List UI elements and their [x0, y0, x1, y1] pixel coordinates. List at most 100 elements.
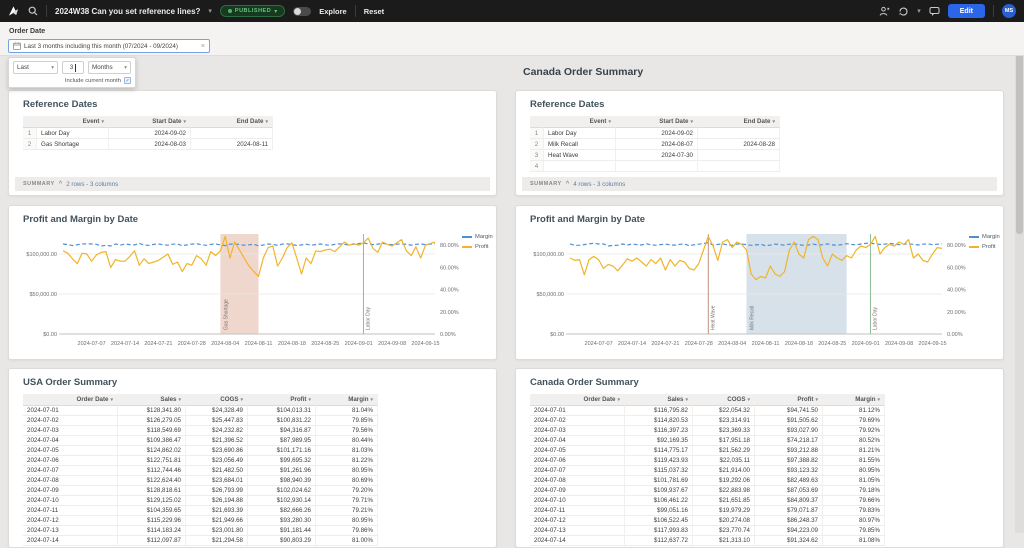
cell[interactable]: 2024-07-06: [23, 456, 118, 466]
cell[interactable]: $22,883.98: [693, 486, 755, 496]
cell[interactable]: $129,125.02: [118, 496, 186, 506]
cell[interactable]: $23,369.33: [693, 426, 755, 436]
cell[interactable]: $117,993.83: [625, 526, 693, 536]
cell[interactable]: $128,341.80: [118, 406, 186, 416]
column-header[interactable]: Profit: [755, 394, 823, 406]
cell[interactable]: 2024-07-05: [23, 446, 118, 456]
table-row[interactable]: 2024-07-11$99,051.16$19,979.29$79,071.87…: [530, 506, 885, 516]
column-header[interactable]: COGS: [186, 394, 248, 406]
table-row[interactable]: 2024-07-12$115,229.96$21,949.66$93,280.3…: [23, 516, 378, 526]
column-header[interactable]: Event: [37, 116, 109, 128]
table-row[interactable]: 2024-07-06$122,751.81$23,056.49$99,695.3…: [23, 456, 378, 466]
cell[interactable]: $19,979.29: [693, 506, 755, 516]
cell[interactable]: $99,695.32: [248, 456, 316, 466]
row-number-header[interactable]: [530, 116, 544, 128]
cell[interactable]: 2024-07-10: [23, 496, 118, 506]
cell[interactable]: 80.95%: [316, 466, 378, 476]
table-row[interactable]: 2024-07-03$118,549.69$24,232.82$94,316.8…: [23, 426, 378, 436]
table-row[interactable]: 2024-07-04$92,169.35$17,951.18$74,218.17…: [530, 436, 885, 446]
table-row[interactable]: 1Labor Day2024-09-02: [23, 128, 273, 139]
published-badge[interactable]: PUBLISHED: [220, 5, 285, 17]
cell[interactable]: $25,447.83: [186, 416, 248, 426]
row-number-header[interactable]: [23, 116, 37, 128]
cell[interactable]: Labor Day: [37, 128, 109, 139]
column-header[interactable]: Profit: [248, 394, 316, 406]
cell[interactable]: Heat Wave: [544, 150, 616, 161]
profit-margin-chart[interactable]: Milk Recall$100,000.00$50,000.00$0.0080.…: [524, 230, 974, 356]
cell[interactable]: 80.95%: [823, 466, 885, 476]
cell[interactable]: 80.52%: [823, 436, 885, 446]
cell[interactable]: 79.18%: [823, 486, 885, 496]
cell[interactable]: $93,123.32: [755, 466, 823, 476]
cell[interactable]: $101,171.16: [248, 446, 316, 456]
table-row[interactable]: 4: [530, 161, 780, 172]
cell[interactable]: $87,989.95: [248, 436, 316, 446]
cell[interactable]: $22,054.32: [693, 406, 755, 416]
table-row[interactable]: 2024-07-08$122,624.40$23,684.01$98,940.3…: [23, 476, 378, 486]
cell[interactable]: $74,218.17: [755, 436, 823, 446]
table-row[interactable]: 2024-07-04$109,386.47$21,396.52$87,989.9…: [23, 436, 378, 446]
cell[interactable]: 2024-08-03: [109, 139, 191, 150]
cell[interactable]: 79.20%: [316, 486, 378, 496]
cell[interactable]: 2024-07-11: [23, 506, 118, 516]
cell[interactable]: $106,461.22: [625, 496, 693, 506]
chevron-down-icon[interactable]: [208, 7, 212, 15]
cell[interactable]: $114,183.24: [118, 526, 186, 536]
cell[interactable]: [698, 150, 780, 161]
cell[interactable]: $17,951.18: [693, 436, 755, 446]
cell[interactable]: $115,229.96: [118, 516, 186, 526]
cell[interactable]: $79,071.87: [755, 506, 823, 516]
legend-item[interactable]: Profit: [969, 244, 1000, 250]
cell[interactable]: $91,324.62: [755, 536, 823, 546]
cell[interactable]: 79.85%: [823, 526, 885, 536]
cell[interactable]: 79.86%: [316, 526, 378, 536]
cell[interactable]: 2024-08-07: [616, 139, 698, 150]
cell[interactable]: $93,027.90: [755, 426, 823, 436]
column-header[interactable]: Start Date: [616, 116, 698, 128]
column-header[interactable]: Sales: [118, 394, 186, 406]
cell[interactable]: Milk Recall: [544, 139, 616, 150]
cell[interactable]: $93,212.88: [755, 446, 823, 456]
cell[interactable]: 81.08%: [823, 536, 885, 546]
cell[interactable]: $21,562.29: [693, 446, 755, 456]
cell[interactable]: $122,624.40: [118, 476, 186, 486]
legend-item[interactable]: Profit: [462, 244, 493, 250]
cell[interactable]: $101,781.69: [625, 476, 693, 486]
comment-icon[interactable]: [929, 6, 940, 17]
cell[interactable]: $119,423.93: [625, 456, 693, 466]
cell[interactable]: [616, 161, 698, 172]
cell[interactable]: 81.00%: [316, 536, 378, 546]
cell[interactable]: 2024-07-12: [23, 516, 118, 526]
column-header[interactable]: Margin: [823, 394, 885, 406]
cell[interactable]: Labor Day: [544, 128, 616, 139]
cell[interactable]: $106,522.45: [625, 516, 693, 526]
cell[interactable]: 2: [530, 139, 544, 150]
cell[interactable]: 2024-07-07: [23, 466, 118, 476]
include-current-month-checkbox[interactable]: [124, 77, 131, 84]
cell[interactable]: [698, 161, 780, 172]
cell[interactable]: 79.83%: [823, 506, 885, 516]
cell[interactable]: $21,396.52: [186, 436, 248, 446]
cell[interactable]: $21,949.66: [186, 516, 248, 526]
cell[interactable]: $20,274.08: [693, 516, 755, 526]
cell[interactable]: 2024-07-02: [23, 416, 118, 426]
cell[interactable]: 2024-07-01: [530, 406, 625, 416]
cell[interactable]: 2024-07-08: [23, 476, 118, 486]
cell[interactable]: $126,279.05: [118, 416, 186, 426]
cell[interactable]: 2024-07-10: [530, 496, 625, 506]
cell[interactable]: 2024-07-14: [23, 536, 118, 546]
cell[interactable]: $118,549.69: [118, 426, 186, 436]
table-row[interactable]: 2Milk Recall2024-08-072024-08-28: [530, 139, 780, 150]
table-row[interactable]: 2024-07-01$116,795.82$22,054.32$94,741.5…: [530, 406, 885, 416]
table-row[interactable]: 2024-07-10$106,461.22$21,651.85$84,809.3…: [530, 496, 885, 506]
cell[interactable]: $112,744.46: [118, 466, 186, 476]
cell[interactable]: 2024-07-06: [530, 456, 625, 466]
cell[interactable]: 2024-07-03: [23, 426, 118, 436]
cell[interactable]: [698, 128, 780, 139]
summary-bar[interactable]: SUMMARY 4 rows - 3 columns: [522, 177, 997, 191]
cell[interactable]: $82,666.26: [248, 506, 316, 516]
table-row[interactable]: 3Heat Wave2024-07-30: [530, 150, 780, 161]
cell[interactable]: 79.92%: [823, 426, 885, 436]
table-row[interactable]: 2024-07-07$115,037.32$21,914.00$93,123.3…: [530, 466, 885, 476]
cell[interactable]: $122,751.81: [118, 456, 186, 466]
